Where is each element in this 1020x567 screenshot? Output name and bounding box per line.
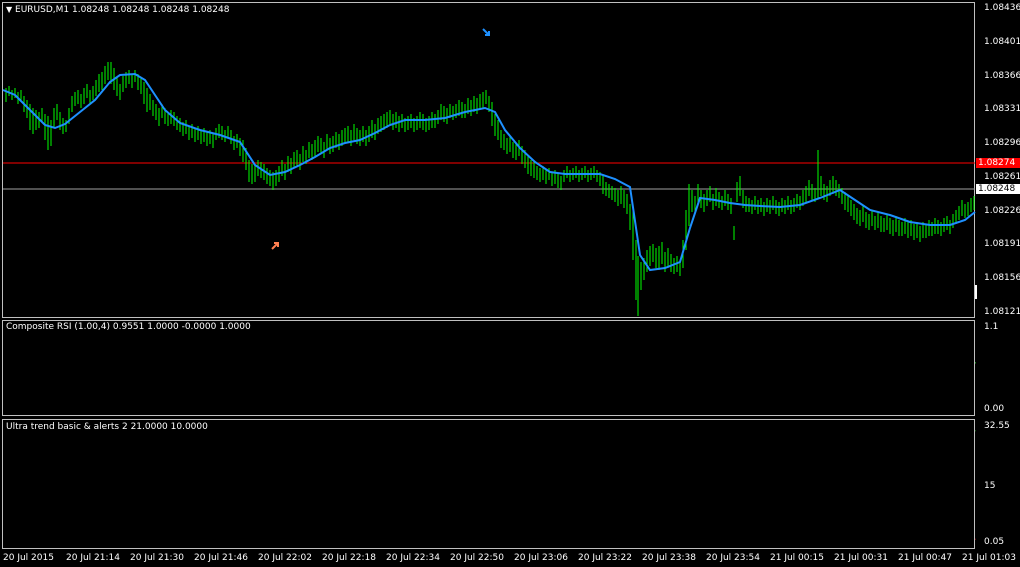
price-axis-label: 1.08121 — [984, 307, 1020, 317]
rsi-axis-label: 0.00 — [984, 404, 1005, 414]
price-axis-label: 1.08436 — [984, 3, 1020, 13]
time-axis-label: 20 Jul 21:14 — [66, 553, 120, 563]
time-axis-label: 20 Jul 22:34 — [386, 553, 440, 563]
red-line-price-tag: 1.08274 — [976, 158, 1020, 168]
ultra-axis-label: 0.05 — [984, 537, 1005, 547]
time-axis-label: 20 Jul 23:54 — [706, 553, 760, 563]
rsi-title: Composite RSI (1.00,4) 0.9551 1.0000 -0.… — [6, 322, 251, 332]
bid-price-tag: 1.08248 — [976, 184, 1020, 194]
time-axis-label: 20 Jul 22:02 — [258, 553, 312, 563]
ultra-trend-pane[interactable] — [2, 419, 975, 549]
price-axis-label: 1.08296 — [984, 138, 1020, 148]
sell-arrow-icon — [482, 28, 490, 36]
time-axis-label: 20 Jul 21:30 — [130, 553, 184, 563]
rsi-indicator-pane[interactable] — [2, 320, 975, 416]
rsi-axis-label: 1.1 — [984, 322, 999, 332]
time-axis-label: 21 Jul 00:31 — [834, 553, 888, 563]
time-axis-label: 20 Jul 22:50 — [450, 553, 504, 563]
price-axis-label: 1.08366 — [984, 71, 1020, 81]
time-axis-label: 20 Jul 22:18 — [322, 553, 376, 563]
ultra-axis-label: 15 — [984, 481, 996, 491]
price-axis-label: 1.08156 — [984, 273, 1020, 283]
time-axis-label: 20 Jul 2015 — [3, 553, 54, 563]
time-axis-label: 21 Jul 00:47 — [898, 553, 952, 563]
price-axis-label: 1.08191 — [984, 239, 1020, 249]
time-axis-label: 21 Jul 00:15 — [770, 553, 824, 563]
ultra-axis-label: 32.55 — [984, 421, 1010, 431]
price-axis-label: 1.08261 — [984, 172, 1020, 182]
price-axis-label: 1.08401 — [984, 37, 1020, 47]
time-axis-label: 21 Jul 01:03 — [962, 553, 1016, 563]
scroll-marker[interactable] — [975, 285, 977, 299]
time-axis-label: 20 Jul 23:06 — [514, 553, 568, 563]
ultra-title: Ultra trend basic & alerts 2 21.0000 10.… — [6, 422, 208, 432]
time-axis-label: 20 Jul 23:22 — [578, 553, 632, 563]
price-axis-label: 1.08331 — [984, 104, 1020, 114]
buy-arrow-icon — [271, 242, 279, 250]
time-axis-label: 20 Jul 23:38 — [642, 553, 696, 563]
price-axis-label: 1.08226 — [984, 206, 1020, 216]
time-axis-label: 20 Jul 21:46 — [194, 553, 248, 563]
